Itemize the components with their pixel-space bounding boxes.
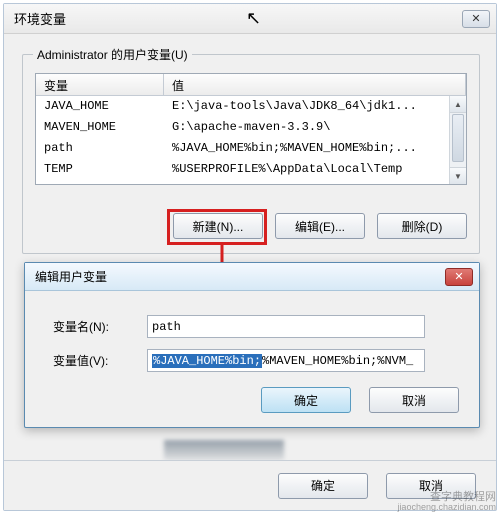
sub-dialog-title: 编辑用户变量 — [35, 268, 107, 285]
cell-var: path — [36, 138, 164, 159]
edit-button[interactable]: 编辑(E)... — [275, 213, 365, 239]
scroll-up-icon[interactable]: ▲ — [450, 96, 466, 113]
var-value-input[interactable]: %JAVA_HOME%bin;%MAVEN_HOME%bin;%NVM_ — [147, 349, 425, 372]
peek-behind — [164, 440, 284, 460]
table-row[interactable]: TEMP %USERPROFILE%\AppData\Local\Temp — [36, 159, 466, 180]
col-val[interactable]: 值 — [164, 74, 466, 95]
var-name-label: 变量名(N): — [53, 318, 133, 335]
table-row[interactable]: path %JAVA_HOME%bin;%MAVEN_HOME%bin;... — [36, 138, 466, 159]
ok-button[interactable]: 确定 — [278, 473, 368, 499]
value-rest-text: %MAVEN_HOME%bin;%NVM_ — [262, 354, 413, 368]
cell-val: E:\java-tools\Java\JDK8_64\jdk1... — [164, 96, 466, 117]
cancel-button[interactable]: 取消 — [386, 473, 476, 499]
table-row[interactable]: JAVA_HOME E:\java-tools\Java\JDK8_64\jdk… — [36, 96, 466, 117]
cell-val: G:\apache-maven-3.3.9\ — [164, 117, 466, 138]
group-label: Administrator 的用户变量(U) — [33, 46, 192, 63]
sub-cancel-button[interactable]: 取消 — [369, 387, 459, 413]
scroll-thumb[interactable] — [452, 114, 464, 162]
cell-val: %USERPROFILE%\AppData\Local\Temp — [164, 159, 466, 180]
dialog-bottom-bar: 确定 取消 — [4, 460, 496, 510]
dialog-title: 环境变量 — [14, 9, 66, 28]
cell-var: TEMP — [36, 159, 164, 180]
title-bar: 环境变量 ✕ — [4, 4, 496, 34]
scroll-down-icon[interactable]: ▼ — [450, 167, 466, 184]
value-selected-text: %JAVA_HOME%bin; — [152, 354, 262, 368]
scrollbar[interactable]: ▲ ▼ — [449, 96, 466, 184]
var-name-input[interactable] — [147, 315, 425, 338]
col-var[interactable]: 变量 — [36, 74, 164, 95]
cell-var: JAVA_HOME — [36, 96, 164, 117]
sub-ok-button[interactable]: 确定 — [261, 387, 351, 413]
var-name-row: 变量名(N): — [53, 315, 425, 338]
sub-dialog-buttons: 确定 取消 — [261, 387, 459, 413]
close-icon[interactable]: ✕ — [445, 268, 473, 286]
cell-var: MAVEN_HOME — [36, 117, 164, 138]
table-row[interactable]: MAVEN_HOME G:\apache-maven-3.3.9\ — [36, 117, 466, 138]
user-vars-list[interactable]: 变量 值 JAVA_HOME E:\java-tools\Java\JDK8_6… — [35, 73, 467, 185]
var-value-label: 变量值(V): — [53, 352, 133, 369]
var-value-row: 变量值(V): %JAVA_HOME%bin;%MAVEN_HOME%bin;%… — [53, 349, 425, 372]
annotation-box — [167, 209, 267, 245]
delete-button[interactable]: 删除(D) — [377, 213, 467, 239]
list-header: 变量 值 — [36, 74, 466, 96]
env-vars-dialog: 环境变量 ✕ ↖ Administrator 的用户变量(U) 变量 值 JAV… — [3, 3, 497, 511]
close-icon[interactable]: ✕ — [462, 10, 490, 28]
edit-var-dialog: 编辑用户变量 ✕ 变量名(N): 变量值(V): %JAVA_HOME%bin;… — [24, 262, 480, 428]
cell-val: %JAVA_HOME%bin;%MAVEN_HOME%bin;... — [164, 138, 466, 159]
sub-title-bar: 编辑用户变量 ✕ — [25, 263, 479, 291]
